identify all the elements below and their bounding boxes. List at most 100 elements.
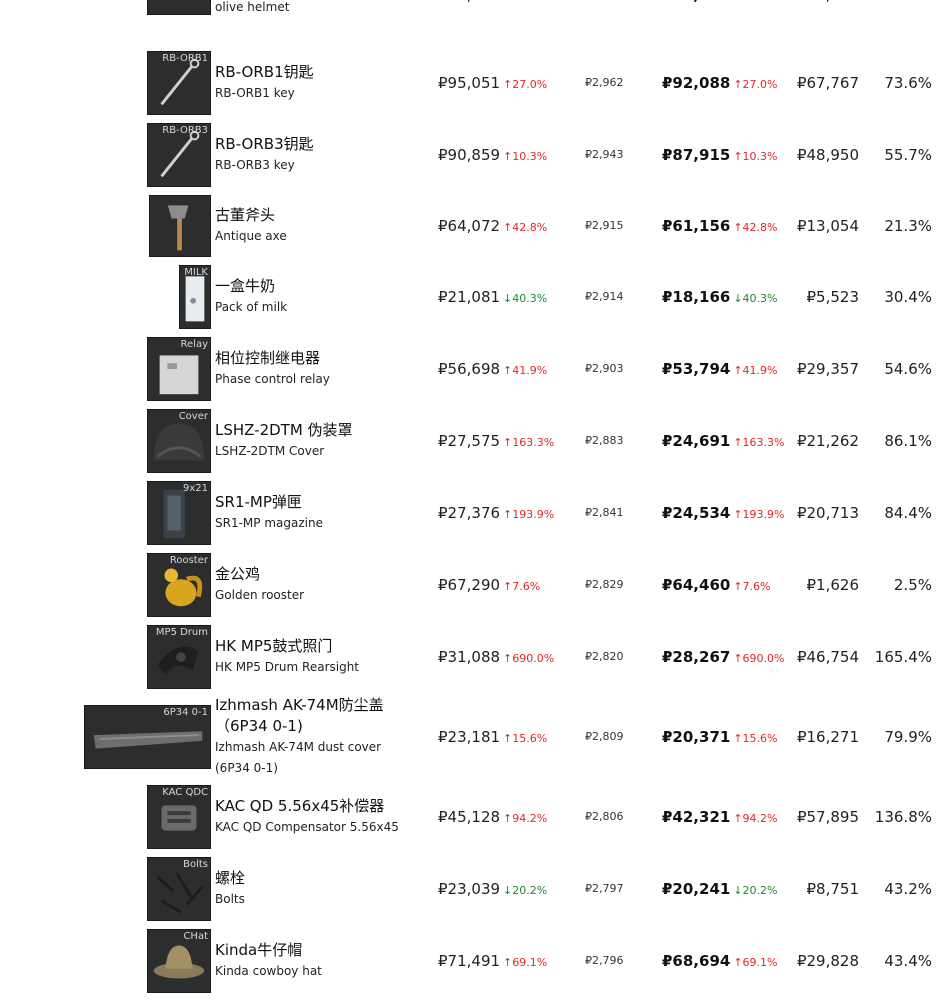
- profit-value: ₽55,640: [797, 0, 859, 5]
- rearsight-icon[interactable]: MP5 Drum: [147, 625, 211, 689]
- compensator-icon[interactable]: KAC QDC: [147, 785, 211, 849]
- item-tag: Relay: [180, 339, 208, 350]
- flea-price: ₽87,915 ↑10.3%: [662, 145, 778, 167]
- flea-price: ₽61,156 ↑42.8%: [662, 216, 778, 238]
- item-name-en: LSHZ-2DTM Cover: [215, 444, 325, 458]
- table-row[interactable]: 6P34 0-1 Izhmash AK-74M防尘盖 （6P34 0-1) Izhma…: [0, 693, 939, 781]
- flea-price-change: ↑41.9%: [733, 364, 778, 377]
- table-row[interactable]: KAC QDC KAC QD 5.56x45补偿器 KAC QD Compensat…: [0, 781, 939, 853]
- item-name-cn[interactable]: KAC QD 5.56x45补偿器: [215, 796, 425, 817]
- item-name-cn[interactable]: LSHZ-2DTM 伪装罩: [215, 420, 425, 441]
- flea-price: ₽68,694 ↑69.1%: [662, 951, 778, 973]
- fee-value: ₽2,903: [585, 362, 624, 375]
- table-row[interactable]: 30/30 Highcom Striker ACHHC IIIAolive hel…: [0, 0, 939, 37]
- item-name-en: Bolts: [215, 892, 245, 906]
- item-names: Kinda牛仔帽 Kinda cowboy hat: [215, 940, 425, 982]
- profit-value: ₽20,713: [796, 504, 859, 522]
- flea-price: ₽24,534 ↑193.9%: [662, 503, 785, 525]
- bolts-icon[interactable]: Bolts: [147, 857, 211, 921]
- flea-price-value: ₽92,919: [662, 0, 730, 4]
- item-name-cn[interactable]: SR1-MP弹匣: [215, 492, 425, 513]
- cowboy-hat-icon[interactable]: CHat: [147, 929, 211, 993]
- dust-cover-icon[interactable]: 6P34 0-1: [84, 705, 211, 769]
- profit-percent: 55.7%: [884, 146, 932, 164]
- table-row[interactable]: 9x21 SR1-MP弹匣 SR1-MP magazine ₽27,376 ↑193.9…: [0, 477, 939, 549]
- item-name-cn[interactable]: RB-ORB1钥匙: [215, 62, 425, 83]
- flea-price: ₽18,166 ↓40.3%: [662, 287, 778, 309]
- base-price-change: ↑193.9%: [503, 508, 555, 521]
- fee-value: ₽2,796: [585, 954, 624, 967]
- table-row[interactable]: Rooster 金公鸡 Golden rooster ₽67,290 ↑7.6% ₽2,8…: [0, 549, 939, 621]
- item-names: 相位控制继电器 Phase control relay: [215, 348, 425, 390]
- table-row[interactable]: Bolts 螺栓 Bolts ₽23,039 ↓20.2% ₽2,797 ₽20,241 ↓2…: [0, 853, 939, 925]
- flea-price-value: ₽24,534: [662, 504, 731, 522]
- base-price-value: ₽21,081: [438, 288, 501, 306]
- flea-price: ₽53,794 ↑41.9%: [662, 359, 778, 381]
- milk-icon[interactable]: MILK: [179, 265, 211, 329]
- profit-percent: 136.8%: [874, 808, 932, 826]
- table-row[interactable]: MP5 Drum HK MP5鼓式照门 HK MP5 Drum Rearsight ₽…: [0, 621, 939, 693]
- flea-price-value: ₽92,088: [662, 74, 731, 92]
- item-name-cn[interactable]: Kinda牛仔帽: [215, 940, 425, 961]
- cover-icon[interactable]: Cover: [147, 409, 211, 473]
- item-tag: MP5 Drum: [155, 627, 208, 638]
- item-name-cn[interactable]: RB-ORB3钥匙: [215, 134, 425, 155]
- profit-value: ₽8,751: [806, 880, 860, 898]
- table-row[interactable]: Relay 相位控制继电器 Phase control relay ₽56,698 ↑4…: [0, 333, 939, 405]
- item-name-cn[interactable]: 相位控制继电器: [215, 348, 425, 369]
- flea-price-change: ↑69.1%: [733, 956, 778, 969]
- table-row[interactable]: Cover LSHZ-2DTM 伪装罩 LSHZ-2DTM Cover ₽27,575…: [0, 405, 939, 477]
- flea-price-value: ₽20,241: [662, 880, 731, 898]
- rooster-icon[interactable]: Rooster: [147, 553, 211, 617]
- item-tag: KAC QDC: [162, 787, 208, 798]
- flea-price: ₽20,241 ↓20.2%: [662, 879, 778, 901]
- base-price: ₽27,575 ↑163.3%: [438, 431, 554, 453]
- profit-percent: 79.9%: [884, 728, 932, 746]
- table-row[interactable]: CHat Kinda牛仔帽 Kinda cowboy hat ₽71,491 ↑69.1…: [0, 925, 939, 997]
- fee-value: ₽2,806: [585, 810, 624, 823]
- profit-percent: 59.9%: [884, 0, 932, 5]
- helmet-icon[interactable]: 30/30: [147, 0, 211, 15]
- item-names: 古董斧头 Antique axe: [215, 205, 425, 247]
- flea-price-change: ↑15.6%: [733, 732, 778, 745]
- table-row[interactable]: 古董斧头 Antique axe ₽64,072 ↑42.8% ₽2,915 ₽61,15…: [0, 190, 939, 262]
- item-name-en: Antique axe: [215, 229, 287, 243]
- item-name-cn[interactable]: 古董斧头: [215, 205, 425, 226]
- base-price-change: ↓40.3%: [503, 292, 548, 305]
- profit-percent: 73.6%: [884, 74, 932, 92]
- base-price: ₽64,072 ↑42.8%: [438, 216, 547, 238]
- base-price-change: ↑27.0%: [503, 78, 548, 91]
- key-icon[interactable]: RB-ORB3: [147, 123, 211, 187]
- item-name-cn[interactable]: （6P34 0-1): [215, 716, 425, 737]
- item-name-cn[interactable]: 一盒牛奶: [215, 276, 425, 297]
- flea-price-value: ₽18,166: [662, 288, 731, 306]
- key-icon[interactable]: RB-ORB1: [147, 51, 211, 115]
- item-name-cn[interactable]: Izhmash AK-74M防尘盖: [215, 695, 425, 716]
- base-price: ₽23,181 ↑15.6%: [438, 727, 547, 749]
- table-row[interactable]: RB-ORB1 RB-ORB1钥匙 RB-ORB1 key ₽95,051 ↑27.0%…: [0, 47, 939, 119]
- base-price-change: ↑42.8%: [503, 221, 548, 234]
- fee-value: ₽2,883: [585, 434, 624, 447]
- base-price-value: ₽27,376: [438, 504, 501, 522]
- item-name-en: KAC QD Compensator 5.56x45: [215, 820, 399, 834]
- item-name-en: SR1-MP magazine: [215, 516, 323, 530]
- base-price: ₽31,088 ↑690.0%: [438, 647, 554, 669]
- magazine-icon[interactable]: 9x21: [147, 481, 211, 545]
- table-row[interactable]: RB-ORB3 RB-ORB3钥匙 RB-ORB3 key ₽90,859 ↑10.3%…: [0, 119, 939, 191]
- flea-price: ₽42,321 ↑94.2%: [662, 807, 778, 829]
- axe-icon[interactable]: [149, 195, 211, 257]
- flea-price-change: ↑53.6%: [733, 0, 777, 3]
- fee-value: ₽2,797: [585, 882, 624, 895]
- base-price: ₽95,051 ↑27.0%: [438, 73, 547, 95]
- item-name-cn[interactable]: 金公鸡: [215, 564, 425, 585]
- item-name-cn[interactable]: 螺栓: [215, 868, 425, 889]
- table-row[interactable]: MILK 一盒牛奶 Pack of milk ₽21,081 ↓40.3% ₽2,914 ₽…: [0, 261, 939, 333]
- profit-value: ₽46,754: [796, 648, 859, 666]
- relay-icon[interactable]: Relay: [147, 337, 211, 401]
- profit-percent: 21.3%: [884, 217, 932, 235]
- item-name-en: Phase control relay: [215, 372, 330, 386]
- profit-value: ₽67,767: [796, 74, 859, 92]
- item-name-cn[interactable]: HK MP5鼓式照门: [215, 636, 425, 657]
- base-price: ₽95,882↑53.6%: [438, 0, 547, 7]
- flea-price-value: ₽61,156: [662, 217, 731, 235]
